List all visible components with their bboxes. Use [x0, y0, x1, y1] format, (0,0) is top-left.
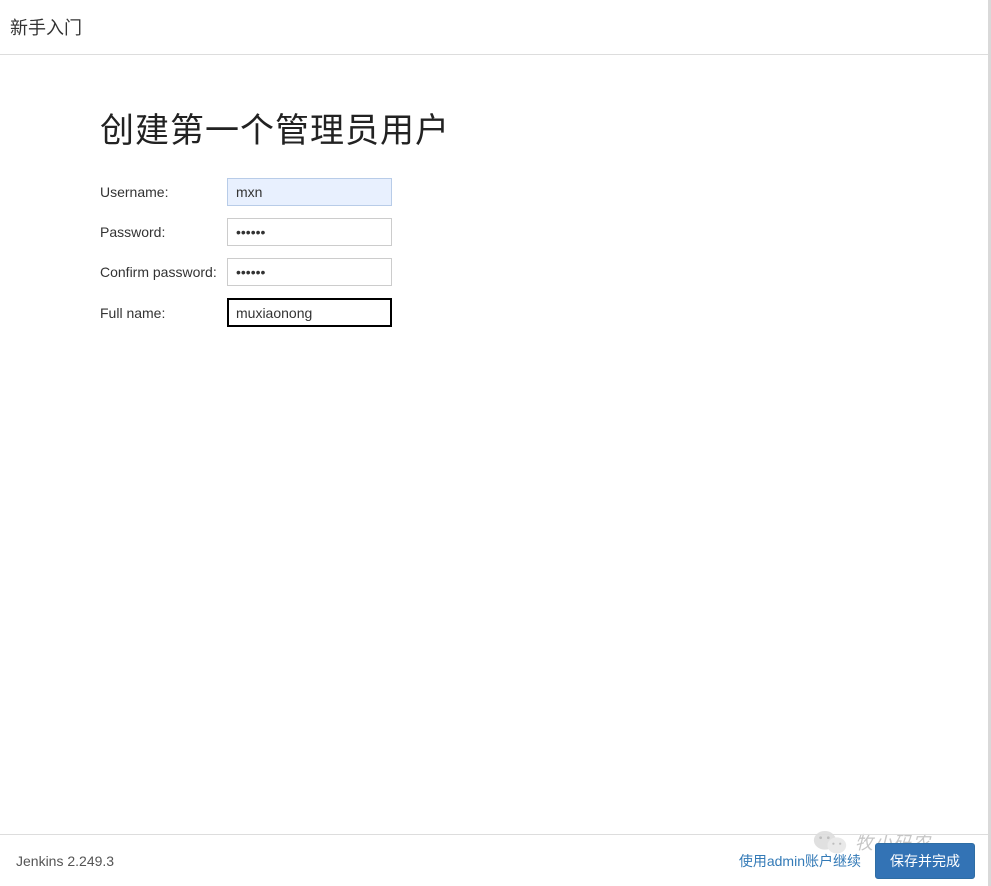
username-label: Username: [100, 184, 227, 200]
footer-actions: 使用admin账户继续 保存并完成 [735, 843, 975, 879]
username-input[interactable] [227, 178, 392, 206]
setup-wizard-header: 新手入门 [0, 0, 991, 55]
password-row: Password: [100, 218, 991, 246]
header-title: 新手入门 [10, 14, 82, 40]
password-label: Password: [100, 224, 227, 240]
skip-admin-button[interactable]: 使用admin账户继续 [735, 845, 865, 877]
password-input[interactable] [227, 218, 392, 246]
save-and-finish-button[interactable]: 保存并完成 [875, 843, 975, 879]
confirm-password-label: Confirm password: [100, 264, 227, 280]
jenkins-version: Jenkins 2.249.3 [16, 853, 114, 869]
setup-wizard-footer: Jenkins 2.249.3 使用admin账户继续 保存并完成 [0, 834, 991, 886]
username-row: Username: [100, 178, 991, 206]
full-name-row: Full name: [100, 298, 991, 327]
main-content: 创建第一个管理员用户 Username: Password: Confirm p… [0, 55, 991, 327]
page-title: 创建第一个管理员用户 [100, 103, 991, 152]
confirm-password-input[interactable] [227, 258, 392, 286]
confirm-password-row: Confirm password: [100, 258, 991, 286]
full-name-input[interactable] [227, 298, 392, 327]
full-name-label: Full name: [100, 305, 227, 321]
